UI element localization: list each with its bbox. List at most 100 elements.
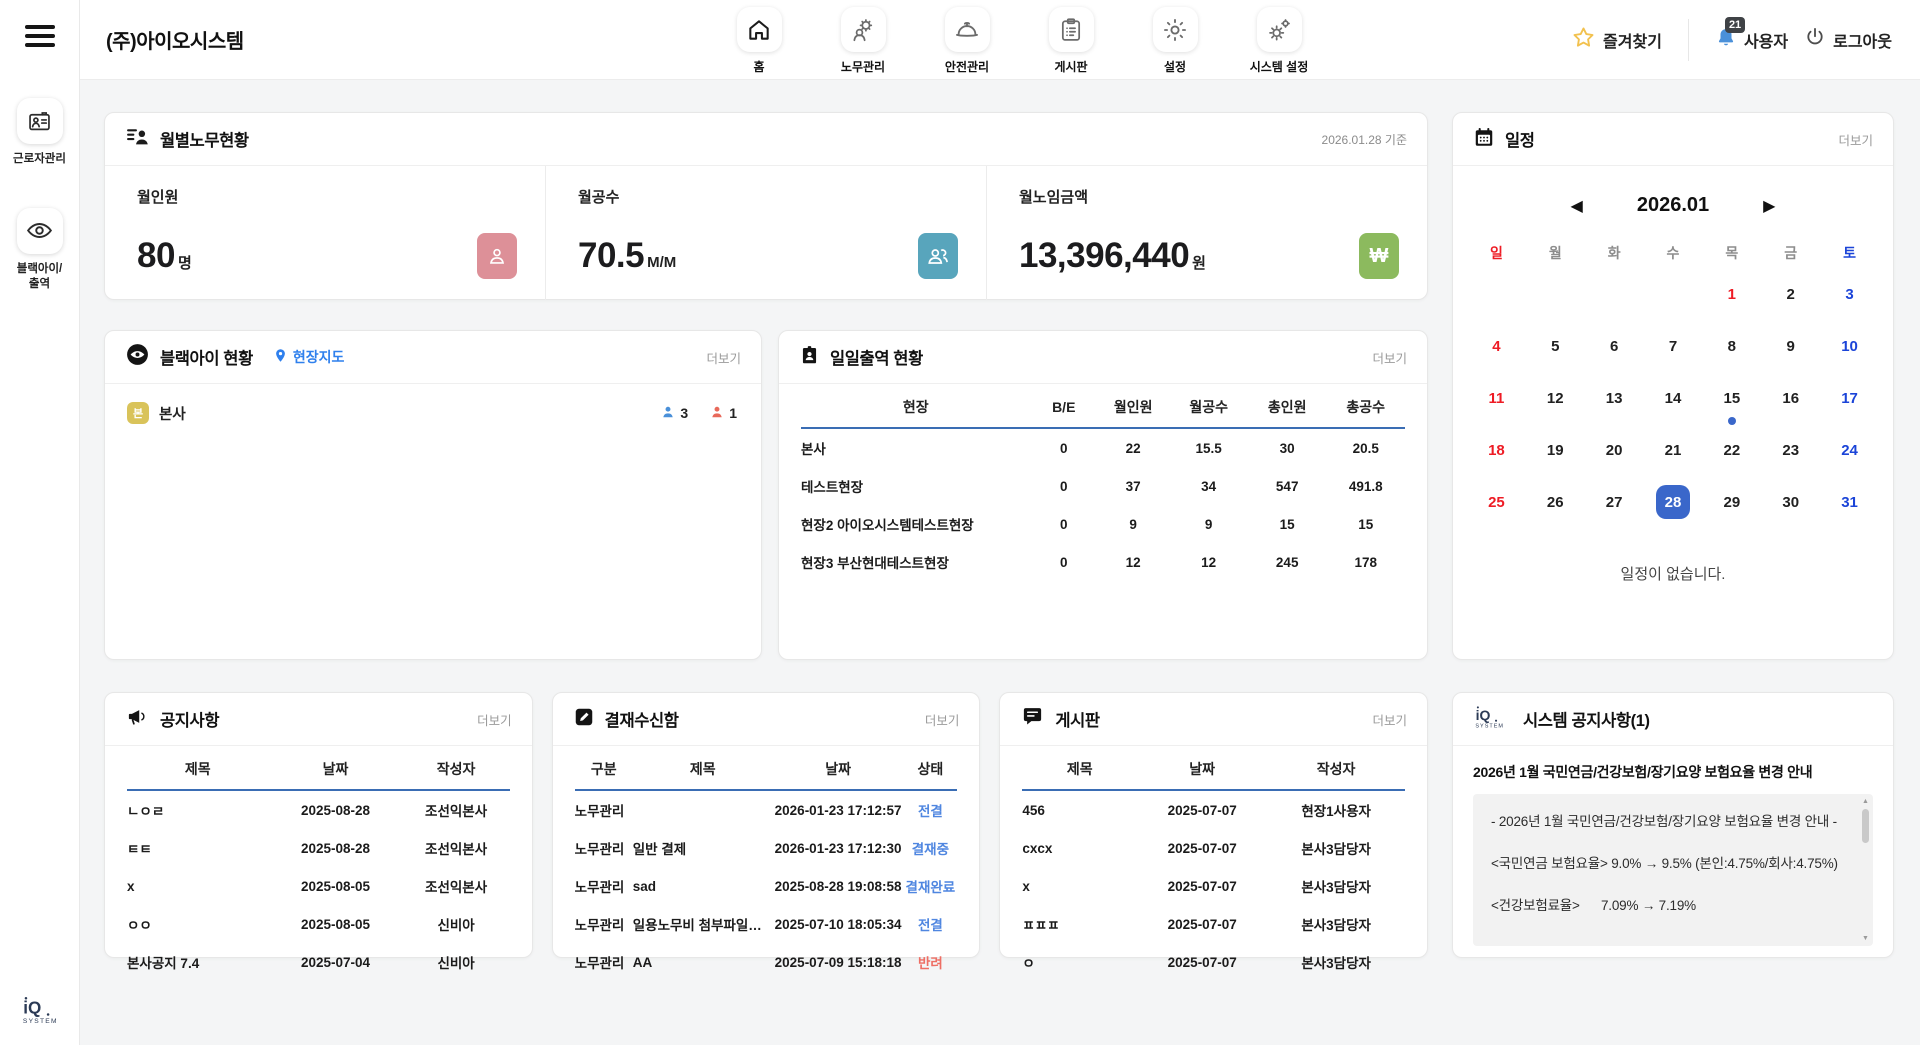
table-row[interactable]: 노무관리일반 결제2026-01-23 17:12:30결재중 — [575, 829, 958, 867]
table-cell: 12 — [1097, 543, 1169, 581]
table-row[interactable]: 현장2 아이오시스템테스트현장0991515 — [801, 505, 1405, 543]
calendar-day-1[interactable]: 1 — [1702, 277, 1761, 329]
calendar-day-22[interactable]: 22 — [1702, 433, 1761, 485]
calendar-day-21[interactable]: 21 — [1644, 433, 1703, 485]
table-row[interactable]: 노무관리2026-01-23 17:12:57전결 — [575, 790, 958, 829]
table-cell: 15 — [1248, 505, 1327, 543]
calendar-day-10[interactable]: 10 — [1820, 329, 1879, 381]
calendar-day-14[interactable]: 14 — [1644, 381, 1703, 433]
table-cell: ㅇㅇ — [127, 905, 269, 943]
nav-item-safety-management[interactable]: 안전관리 — [936, 7, 998, 75]
blackeye-more-link[interactable]: 더보기 — [706, 348, 741, 367]
day-number: 24 — [1833, 433, 1867, 467]
logout-button[interactable]: 로그아웃 — [1804, 26, 1892, 53]
table-row[interactable]: ㅍㅍㅍ2025-07-07본사3담당자 — [1022, 905, 1405, 943]
monthly-labor-card: 월별노무현황 2026.01.28 기준 월인원80명월공수70.5M/M월노임… — [104, 112, 1428, 300]
calendar-day-27[interactable]: 27 — [1585, 485, 1644, 537]
calendar-day-28[interactable]: 28 — [1644, 485, 1703, 537]
calendar-day-3[interactable]: 3 — [1820, 277, 1879, 329]
table-cell: 245 — [1248, 543, 1327, 581]
prev-month-button[interactable]: ◀ — [1571, 196, 1583, 216]
nav-item-system-settings[interactable]: 시스템 설정 — [1248, 7, 1310, 75]
notice-scrollbar[interactable]: ▲ ▼ — [1860, 796, 1871, 944]
calendar-day-13[interactable]: 13 — [1585, 381, 1644, 433]
calendar-day-11[interactable]: 11 — [1467, 381, 1526, 433]
calendar-day-20[interactable]: 20 — [1585, 433, 1644, 485]
calendar-day-5[interactable]: 5 — [1526, 329, 1585, 381]
calendar-day-24[interactable]: 24 — [1820, 433, 1879, 485]
stat-unit: M/M — [647, 254, 676, 271]
table-row[interactable]: ㅌㅌ2025-08-28조선익본사 — [127, 829, 510, 867]
favorites-button[interactable]: 즐겨찾기 — [1571, 25, 1662, 55]
nav-item-labor-management[interactable]: 노무관리 — [832, 7, 894, 75]
calendar-day-31[interactable]: 31 — [1820, 485, 1879, 537]
calendar-day-15[interactable]: 15 — [1702, 381, 1761, 433]
table-row[interactable]: 노무관리AA2025-07-09 15:18:18반려 — [575, 943, 958, 981]
calendar-day-9[interactable]: 9 — [1761, 329, 1820, 381]
scroll-thumb[interactable] — [1862, 809, 1869, 843]
table-cell: ㄴㅇㄹ — [127, 790, 269, 829]
site-name: 본사 — [159, 403, 186, 424]
menu-hamburger-button[interactable] — [25, 20, 55, 52]
calendar-day-30[interactable]: 30 — [1761, 485, 1820, 537]
calendar-day-4[interactable]: 4 — [1467, 329, 1526, 381]
blackeye-site-row[interactable]: 본본사31 — [105, 384, 761, 424]
sidebar-item-label: 블랙아이/ 출역 — [17, 262, 63, 293]
approvals-more-link[interactable]: 더보기 — [925, 710, 960, 729]
calendar-day-29[interactable]: 29 — [1702, 485, 1761, 537]
sidebar-item-blackeye-attendance[interactable]: 블랙아이/ 출역 — [2, 208, 78, 293]
table-cell: 15 — [1326, 505, 1405, 543]
table-row[interactable]: x2025-07-07본사3담당자 — [1022, 867, 1405, 905]
calendar-day-25[interactable]: 25 — [1467, 485, 1526, 537]
notices-more-link[interactable]: 더보기 — [477, 710, 512, 729]
calendar-day-2[interactable]: 2 — [1761, 277, 1820, 329]
calendar-day-18[interactable]: 18 — [1467, 433, 1526, 485]
calendar-day-16[interactable]: 16 — [1761, 381, 1820, 433]
nav-item-label: 홈 — [753, 58, 764, 75]
table-cell: 547 — [1248, 467, 1327, 505]
board-table-wrap: 제목날짜작성자4562025-07-07현장1사용자cxcx2025-07-07… — [1000, 746, 1427, 981]
notice-line: - 2026년 1월 국민연금/건강보험/장기요양 보험요율 변경 안내 - — [1491, 810, 1847, 830]
table-row[interactable]: ㄴㅇㄹ2025-08-28조선익본사 — [127, 790, 510, 829]
stat-월노임금액: 월노임금액13,396,440원₩ — [986, 166, 1427, 300]
hardhat-icon — [945, 7, 990, 52]
table-row[interactable]: ㅇㅇ2025-08-05신비아 — [127, 905, 510, 943]
site-map-link[interactable]: 현장지도 — [273, 346, 345, 368]
table-row[interactable]: 테스트현장03734547491.8 — [801, 467, 1405, 505]
calendar-day-7[interactable]: 7 — [1644, 329, 1703, 381]
nav-item-board[interactable]: 게시판 — [1040, 7, 1102, 75]
calendar-day-17[interactable]: 17 — [1820, 381, 1879, 433]
table-cell: 본사3담당자 — [1267, 905, 1405, 943]
sidebar-item-label: 근로자관리 — [13, 152, 66, 168]
table-row[interactable]: 노무관리sad2025-08-28 19:08:58결재완료 — [575, 867, 958, 905]
schedule-more-link[interactable]: 더보기 — [1838, 130, 1873, 149]
table-row[interactable]: 본사02215.53020.5 — [801, 428, 1405, 467]
calendar-day-6[interactable]: 6 — [1585, 329, 1644, 381]
nav-item-settings[interactable]: 설정 — [1144, 7, 1206, 75]
power-icon — [1804, 26, 1826, 53]
next-month-button[interactable]: ▶ — [1763, 196, 1775, 216]
user-notifications-button[interactable]: 21 사용자 — [1715, 26, 1788, 54]
table-row[interactable]: x2025-08-05조선익본사 — [127, 867, 510, 905]
table-row[interactable]: cxcx2025-07-07본사3담당자 — [1022, 829, 1405, 867]
calendar-day-12[interactable]: 12 — [1526, 381, 1585, 433]
table-cell: 2025-07-07 — [1137, 867, 1267, 905]
day-number: 23 — [1774, 433, 1808, 467]
map-pin-icon — [273, 346, 288, 368]
calendar-day-23[interactable]: 23 — [1761, 433, 1820, 485]
table-row[interactable]: 본사공지 7.42025-07-04신비아 — [127, 943, 510, 981]
sidebar-item-worker-management[interactable]: 근로자관리 — [2, 98, 78, 168]
calendar-day-8[interactable]: 8 — [1702, 329, 1761, 381]
scroll-down-icon[interactable]: ▼ — [1862, 933, 1869, 944]
board-more-link[interactable]: 더보기 — [1373, 710, 1408, 729]
scroll-up-icon[interactable]: ▲ — [1862, 796, 1869, 807]
table-row[interactable]: ㅇ2025-07-07본사3담당자 — [1022, 943, 1405, 981]
table-row[interactable]: 4562025-07-07현장1사용자 — [1022, 790, 1405, 829]
nav-item-home[interactable]: 홈 — [728, 7, 790, 75]
attendance-more-link[interactable]: 더보기 — [1372, 348, 1407, 367]
table-row[interactable]: 현장3 부산현대테스트현장01212245178 — [801, 543, 1405, 581]
table-row[interactable]: 노무관리일용노무비 첨부파일테스트2025-07-10 18:05:34전결 — [575, 905, 958, 943]
table-cell: 12 — [1169, 543, 1248, 581]
calendar-day-19[interactable]: 19 — [1526, 433, 1585, 485]
calendar-day-26[interactable]: 26 — [1526, 485, 1585, 537]
